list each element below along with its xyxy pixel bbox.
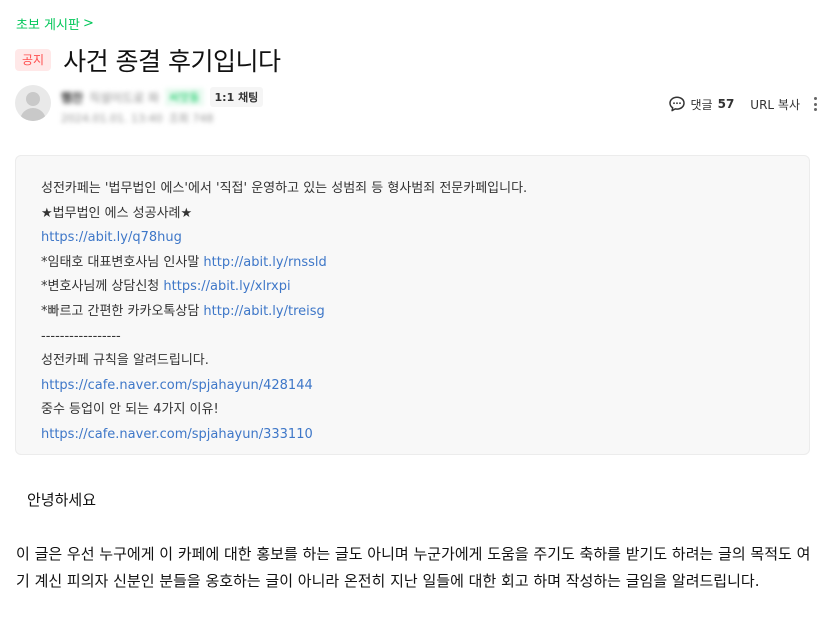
author-nickname[interactable]: 햄찬 bbox=[61, 89, 83, 106]
avatar-head-shape bbox=[26, 92, 40, 106]
board-link[interactable]: 초보 게시판 > bbox=[16, 14, 94, 33]
post-date: 2024.01.01. 13:40 bbox=[61, 111, 163, 125]
author-grade: 직설이드로 파 bbox=[89, 90, 160, 105]
comment-count: 57 bbox=[717, 97, 735, 111]
notice-line: 성전카페는 '법무법인 에스'에서 '직접' 운영하고 있는 성범죄 등 형사범… bbox=[41, 181, 528, 196]
notice-link[interactable]: https://cafe.naver.com/spjahayun/333110 bbox=[41, 427, 313, 442]
avatar-body-shape bbox=[20, 108, 46, 121]
notice-line: *임태호 대표변호사님 인사말 http://abit.ly/rnssld bbox=[41, 254, 327, 270]
post-greeting: 안녕하세요 bbox=[27, 491, 97, 509]
cafe-notice-box: 성전카페는 '법무법인 에스'에서 '직접' 운영하고 있는 성범죄 등 형사범… bbox=[15, 155, 810, 455]
notice-link[interactable]: http://abit.ly/treisg bbox=[203, 304, 324, 319]
notice-line: https://cafe.naver.com/spjahayun/333110 bbox=[41, 423, 809, 448]
notice-link[interactable]: https://cafe.naver.com/spjahayun/428144 bbox=[41, 378, 313, 393]
comment-label: 댓글 bbox=[690, 97, 713, 112]
one-on-one-chat-button[interactable]: 1:1 채팅 bbox=[209, 87, 264, 107]
notice-line: 중수 등업이 안 되는 4가지 이유! bbox=[41, 402, 219, 418]
url-copy-button[interactable]: URL 복사 bbox=[750, 96, 800, 113]
notice-line: https://cafe.naver.com/spjahayun/428144 bbox=[41, 374, 809, 399]
article-tools: 댓글 57 URL 복사 bbox=[668, 95, 821, 113]
notice-line: 성전카페 규칙을 알려드립니다. bbox=[41, 353, 209, 369]
board-name: 초보 게시판 bbox=[16, 18, 80, 33]
notice-line: https://abit.ly/q78hug bbox=[41, 226, 809, 251]
notice-line: *빠르고 간편한 카카오톡상담 http://abit.ly/treisg bbox=[41, 303, 325, 319]
notice-link[interactable]: https://abit.ly/xlrxpi bbox=[163, 279, 290, 294]
notice-line: ★법무법인 에스 성공사례★ bbox=[41, 205, 193, 221]
author-info: 햄찬 직설이드로 파 씨앗동 1:1 채팅 2024.01.01. 13:40 … bbox=[15, 85, 820, 125]
post-paragraph: 이 글은 우선 누구에게 이 카페에 대한 홍보를 하는 글도 아니며 누군가에… bbox=[16, 545, 811, 590]
comment-button[interactable]: 댓글 57 bbox=[668, 95, 735, 113]
chevron-right-icon: > bbox=[82, 16, 94, 31]
avatar[interactable] bbox=[15, 85, 51, 121]
view-count: 조회 748 bbox=[168, 112, 214, 125]
notice-link[interactable]: https://abit.ly/q78hug bbox=[41, 230, 182, 245]
post-meta: 2024.01.01. 13:40 조회 748 bbox=[61, 110, 213, 126]
author-level-badge: 씨앗동 bbox=[165, 88, 204, 106]
author-line: 햄찬 직설이드로 파 씨앗동 1:1 채팅 bbox=[61, 87, 264, 107]
title-row: 공지 사건 종결 후기입니다 bbox=[15, 42, 281, 78]
post-title: 사건 종결 후기입니다 bbox=[63, 47, 281, 76]
notice-badge: 공지 bbox=[15, 49, 52, 71]
notice-link[interactable]: http://abit.ly/rnssld bbox=[203, 255, 326, 270]
notice-line: ----------------- bbox=[41, 328, 121, 344]
comment-bubble-icon bbox=[668, 96, 685, 112]
more-options-icon[interactable] bbox=[810, 96, 820, 112]
notice-line: *변호사님께 상담신청 https://abit.ly/xlrxpi bbox=[41, 279, 291, 295]
